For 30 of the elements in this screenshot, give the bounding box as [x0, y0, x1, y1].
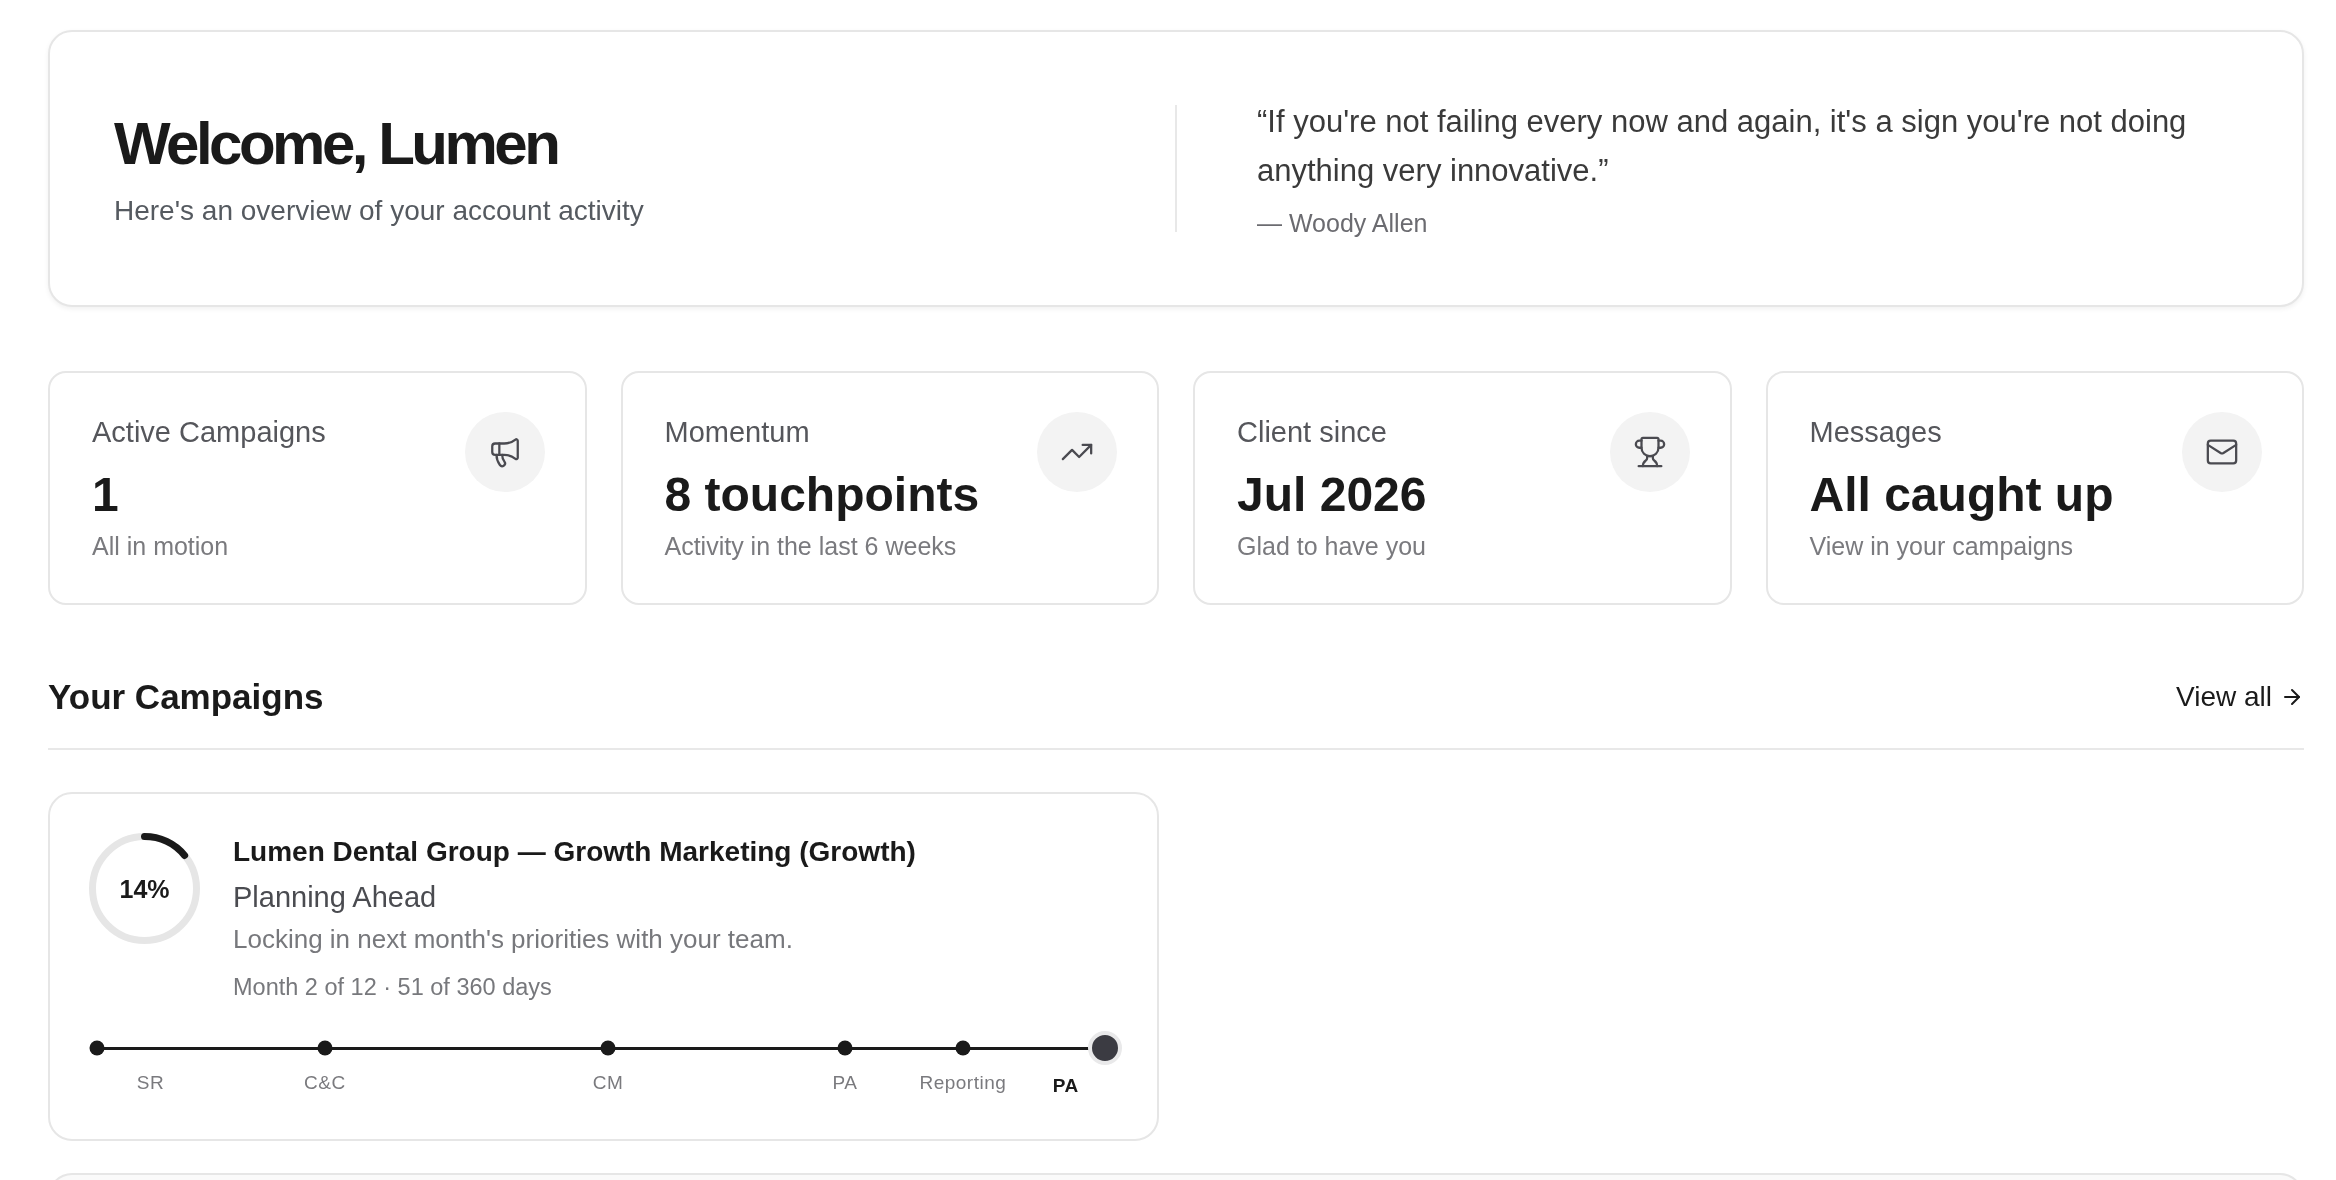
stat-caption: Activity in the last 6 weeks [664, 531, 957, 562]
quote-author: — Woody Allen [1257, 208, 1428, 239]
stat-value: 1 [92, 467, 119, 523]
welcome-subtitle: Here's an overview of your account activity [114, 193, 644, 228]
stat-caption: View in your campaigns [1809, 531, 2074, 562]
stat-caption: Glad to have you [1237, 531, 1426, 562]
milestone-label: SR [136, 1071, 165, 1095]
campaign-title: Lumen Dental Group — Growth Marketing (Growth) [233, 835, 916, 869]
milestone-label: CM [592, 1071, 624, 1095]
welcome-title: Welcome, Lumen [114, 108, 558, 179]
stat-value: 8 touchpoints [664, 467, 980, 523]
view-all-link[interactable]: View all [2176, 677, 2304, 717]
campaign-description: Locking in next month's priorities with your team. [233, 923, 793, 956]
stat-label: Client since [1237, 415, 1387, 449]
campaign-phase: Planning Ahead [233, 880, 437, 915]
stat-label: Active Campaigns [92, 415, 326, 449]
stat-caption: All in motion [92, 531, 229, 562]
milestone-label: C&C [304, 1071, 346, 1095]
stat-label: Momentum [664, 415, 810, 449]
quote-text: “If you're not failing every now and again, it's a sign you're not doing anything very innovative.” [1257, 103, 2188, 190]
campaign-meta: Month 2 of 12 · 51 of 360 days [233, 973, 552, 1002]
milestone-label: PA [1052, 1074, 1079, 1098]
section-title: Your Campaigns [48, 676, 324, 718]
progress-percentage: 14% [119, 873, 170, 904]
stat-label: Messages [1809, 415, 1942, 449]
campaign-card[interactable]: 14% Lumen Dental Group — Growth Marketing (Growth) Planning Ahead Locking in next month's priorities with your team. Month 2 of 12 · 51 of 360 days SR C&C CM PA Reporting PA [48, 792, 1159, 1141]
milestone-label: PA [832, 1071, 858, 1095]
stat-value: All caught up [1809, 467, 2114, 523]
stat-value: Jul 2026 [1237, 467, 1427, 523]
milestone-label: Reporting [919, 1071, 1007, 1095]
